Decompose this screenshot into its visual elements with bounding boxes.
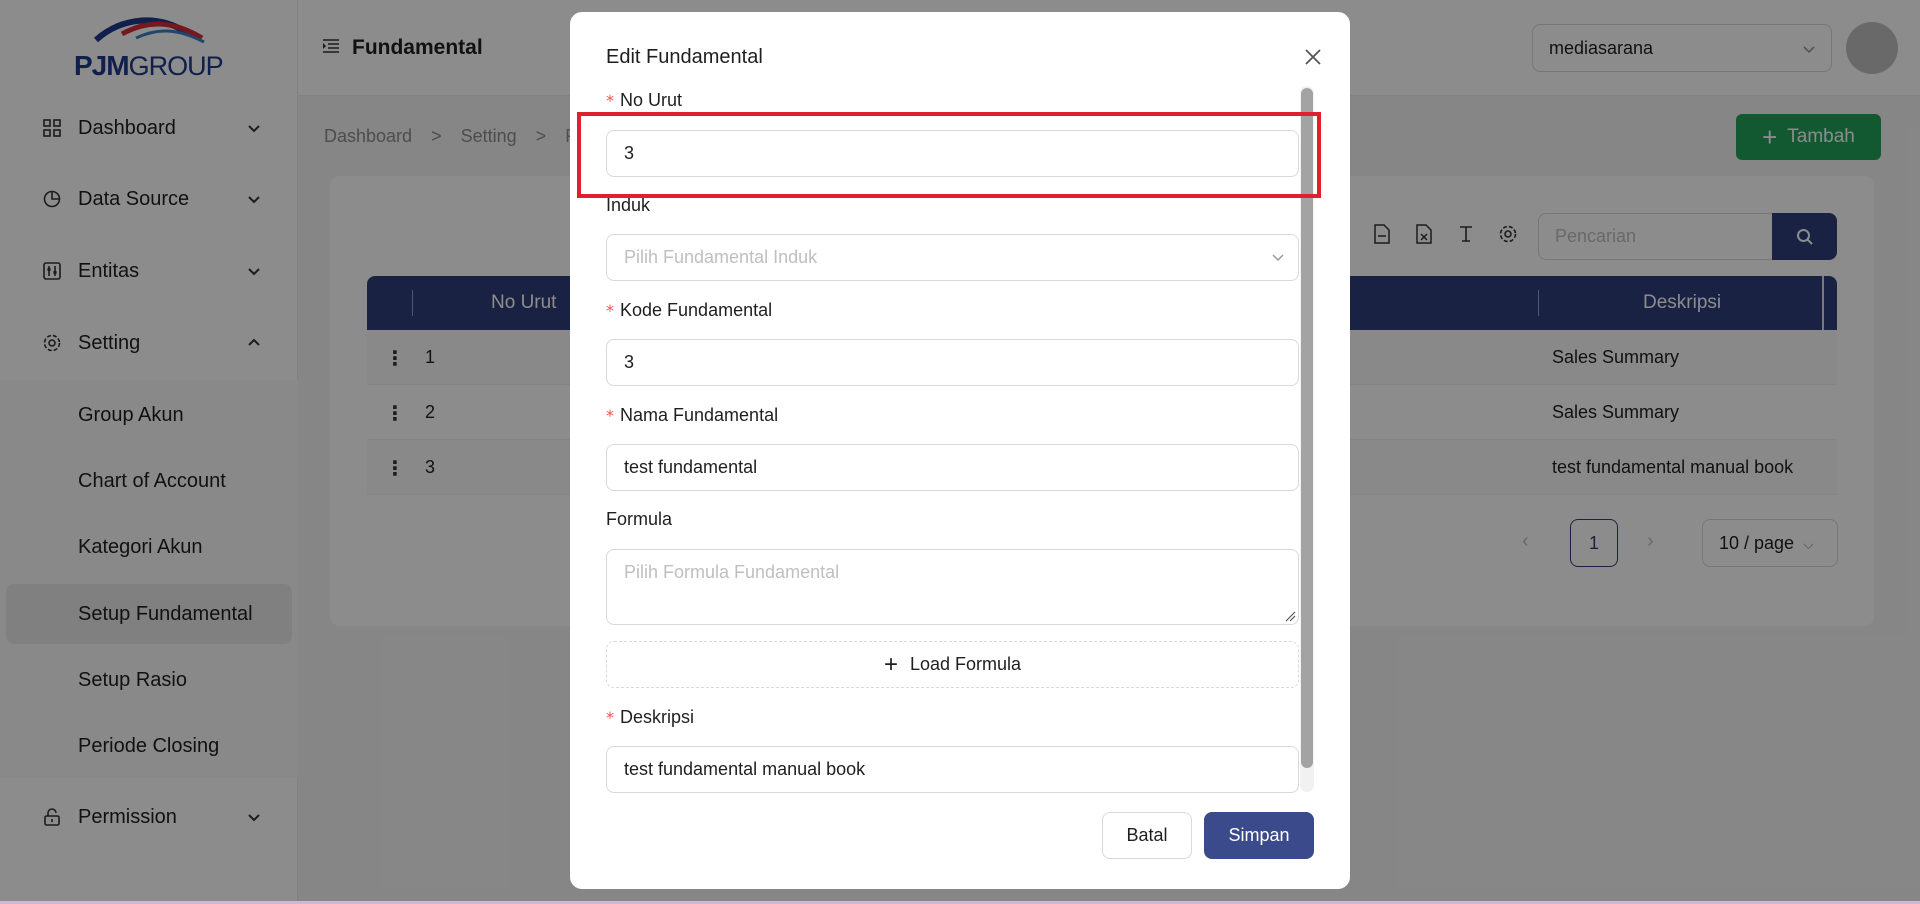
no-urut-label: * No Urut [606, 90, 682, 111]
formula-placeholder: Pilih Formula Fundamental [624, 562, 840, 582]
edit-fundamental-modal: Edit Fundamental * No Urut 3 Induk Pilih … [570, 12, 1350, 889]
deskripsi-value: test fundamental manual book [624, 759, 866, 779]
modal-title: Edit Fundamental [606, 46, 763, 68]
kode-fundamental-label: * Kode Fundamental [606, 300, 772, 321]
highlight-box [577, 112, 1321, 198]
required-mark: * [606, 406, 614, 425]
close-icon[interactable] [1298, 42, 1328, 72]
nama-label-text: Nama Fundamental [620, 405, 779, 425]
induk-label: Induk [606, 195, 651, 215]
save-button[interactable]: Simpan [1204, 812, 1314, 859]
load-formula-label: Load Formula [909, 654, 1022, 674]
kode-value: 3 [624, 352, 635, 372]
deskripsi-input[interactable]: test fundamental manual book [606, 746, 1299, 793]
deskripsi-label: * Deskripsi [606, 707, 694, 728]
nama-fundamental-input[interactable]: test fundamental [606, 444, 1299, 491]
kode-fundamental-input[interactable]: 3 [606, 339, 1299, 386]
formula-textarea[interactable]: Pilih Formula Fundamental [606, 549, 1299, 625]
deskripsi-label-text: Deskripsi [620, 707, 695, 727]
nama-fundamental-label: * Nama Fundamental [606, 405, 778, 426]
chevron-down-icon [1272, 254, 1284, 262]
formula-label: Formula [606, 509, 673, 529]
nama-value: test fundamental [624, 457, 758, 477]
resize-grip-icon[interactable] [1284, 610, 1296, 622]
load-formula-button[interactable]: + Load Formula [606, 641, 1299, 688]
kode-label-text: Kode Fundamental [620, 300, 773, 320]
required-mark: * [606, 91, 614, 110]
cancel-button[interactable]: Batal [1102, 812, 1192, 859]
plus-icon: + [883, 650, 898, 678]
induk-select[interactable]: Pilih Fundamental Induk [606, 234, 1299, 281]
required-mark: * [606, 708, 614, 727]
no-urut-label-text: No Urut [620, 90, 683, 110]
required-mark: * [606, 301, 614, 320]
induk-placeholder: Pilih Fundamental Induk [624, 247, 818, 267]
